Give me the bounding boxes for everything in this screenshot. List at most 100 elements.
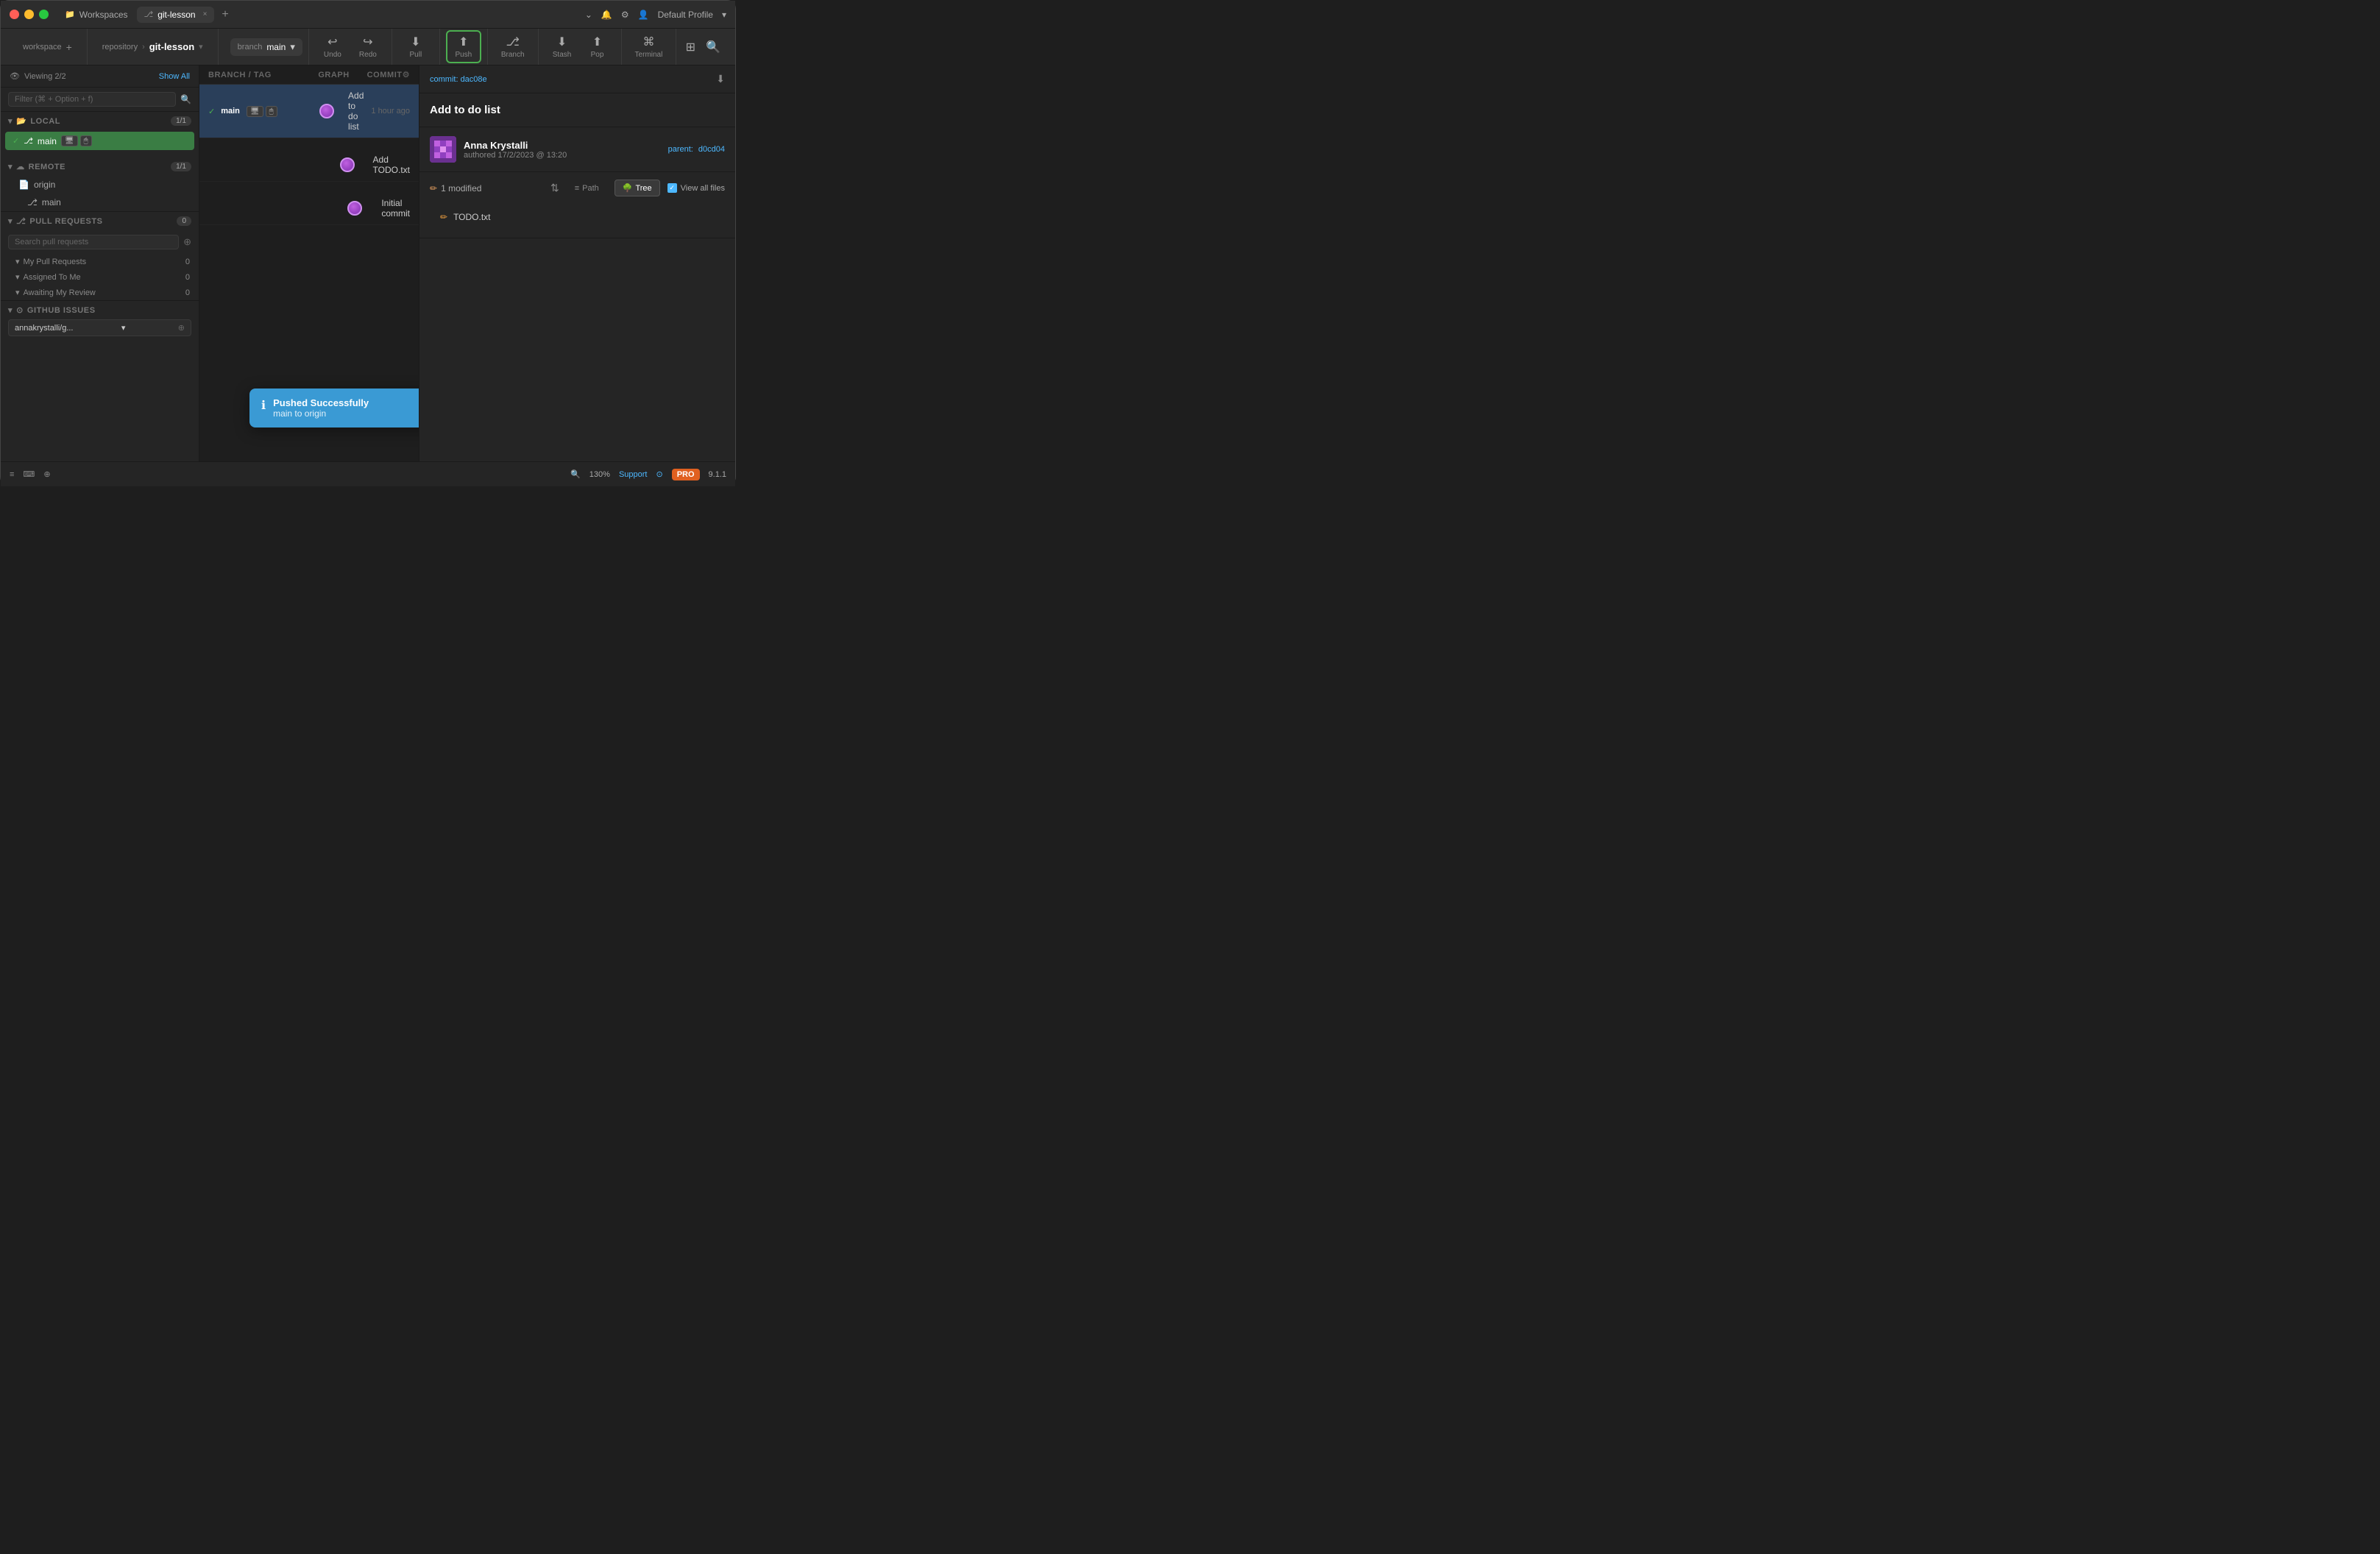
- sort-button[interactable]: ⇅: [550, 182, 559, 194]
- parent-hash: d0cd04: [698, 145, 725, 154]
- terminal-button[interactable]: ⌘ Terminal: [628, 32, 670, 62]
- collapse-icon[interactable]: ⌄: [585, 10, 592, 20]
- repository-label: repository: [102, 43, 138, 52]
- issues-filter-icon[interactable]: ⊕: [178, 323, 185, 333]
- minimize-traffic-light[interactable]: [24, 10, 34, 19]
- pr-label: PULL REQUESTS: [29, 217, 102, 226]
- gift-icon[interactable]: ⊕: [43, 469, 50, 479]
- add-tab-button[interactable]: +: [216, 5, 234, 24]
- download-icon[interactable]: ⬇: [716, 73, 725, 85]
- commit-graph-col-2: [328, 201, 381, 216]
- profile-label[interactable]: Default Profile: [658, 10, 713, 20]
- redo-button[interactable]: ↪ Redo: [350, 32, 386, 62]
- redo-icon: ↪: [363, 35, 372, 49]
- awaiting-review-item[interactable]: ▾ Awaiting My Review 0: [1, 285, 199, 300]
- local-section-header[interactable]: ▾ 📂 LOCAL 1/1: [1, 112, 199, 130]
- keyboard-icon[interactable]: ⌨: [23, 469, 35, 479]
- local-section-left[interactable]: ▾ 📂 LOCAL: [8, 116, 60, 126]
- close-tab-icon[interactable]: ×: [203, 10, 208, 18]
- repo-info: repository › git-lesson ▾: [93, 41, 212, 52]
- issues-section-left[interactable]: ▾ ⊙ GITHUB ISSUES: [8, 305, 96, 315]
- tab-git-lesson[interactable]: ⎇ git-lesson ×: [137, 7, 215, 23]
- zoom-icon: 🔍: [570, 469, 581, 479]
- filter-bar: 🔍: [1, 88, 199, 112]
- pull-requests-section: ▾ ⎇ PULL REQUESTS 0 ⊕ ▾ My Pull Requests…: [1, 211, 199, 300]
- view-all-checkbox[interactable]: ✓: [667, 183, 677, 193]
- settings-icon[interactable]: ⚙: [621, 10, 629, 20]
- commit-row-2[interactable]: Initial commit: [199, 192, 419, 225]
- origin-main-item[interactable]: ⎇ main: [1, 194, 199, 211]
- filter-search-icon[interactable]: 🔍: [180, 94, 191, 104]
- issues-dropdown[interactable]: annakrystalli/g... ▾ ⊕: [8, 319, 191, 336]
- pr-section-header[interactable]: ▾ ⎇ PULL REQUESTS 0: [1, 212, 199, 230]
- push-button[interactable]: ⬆ Push: [446, 30, 481, 63]
- branch-tag-desktop: 🖥: [61, 135, 78, 146]
- file-item-todo[interactable]: ✏ TODO.txt: [440, 208, 715, 226]
- my-pull-requests-item[interactable]: ▾ My Pull Requests 0: [1, 254, 199, 269]
- assigned-chevron-icon: ▾: [15, 272, 20, 282]
- pr-section-left[interactable]: ▾ ⎇ PULL REQUESTS: [8, 216, 103, 226]
- origin-item[interactable]: 📄 origin: [1, 176, 199, 194]
- commit-row-1[interactable]: Add TODO.txt: [199, 149, 419, 182]
- tab-workspaces[interactable]: 📁 Workspaces: [57, 7, 135, 23]
- version-label: 9.1.1: [709, 470, 726, 479]
- path-tab[interactable]: ≡ Path: [567, 180, 607, 196]
- pull-button[interactable]: ⬇ Pull: [398, 32, 433, 62]
- titlebar-right: ⌄ 🔔 ⚙ 👤 Default Profile ▾: [585, 10, 726, 20]
- workspace-add-button[interactable]: +: [66, 41, 72, 53]
- layout-icon[interactable]: ⊞: [686, 40, 695, 54]
- commit-title: Add to do list: [419, 93, 735, 127]
- notification-icon[interactable]: 🔔: [601, 10, 612, 20]
- profile-icon[interactable]: 👤: [638, 10, 649, 20]
- repo-name[interactable]: git-lesson: [149, 41, 194, 52]
- commit-row-0[interactable]: ✓ main 🖥 🖱 Add to do list 1 hour ago: [199, 85, 419, 138]
- parent-info: parent: d0cd04: [668, 145, 725, 154]
- toast-subtitle: main to origin: [273, 408, 419, 419]
- maximize-traffic-light[interactable]: [39, 10, 49, 19]
- issues-section-header[interactable]: ▾ ⊙ GITHUB ISSUES: [8, 305, 191, 319]
- local-main-branch[interactable]: ✓ ⎇ main 🖥 🖱: [5, 132, 194, 150]
- branch-selector[interactable]: branch main ▾: [230, 38, 302, 56]
- view-all-files[interactable]: ✓ View all files: [667, 183, 725, 193]
- awaiting-chevron-icon: ▾: [15, 288, 20, 297]
- stash-button[interactable]: ⬇ Stash: [545, 32, 580, 62]
- graph-settings-icon[interactable]: ⚙: [403, 70, 410, 79]
- assigned-count: 0: [185, 273, 190, 282]
- branch-fork-icon: ⎇: [24, 136, 33, 146]
- search-icon[interactable]: 🔍: [706, 40, 720, 54]
- workspaces-tab-label: Workspaces: [79, 10, 128, 20]
- terminal-section: ⌘ Terminal: [622, 29, 677, 65]
- pop-button[interactable]: ⬆ Pop: [580, 32, 615, 62]
- view-controls: ⇅ ≡ Path 🌳 Tree ✓ View all files: [550, 180, 725, 196]
- modified-header: ✏ 1 modified ⇅ ≡ Path 🌳 Tree: [430, 180, 725, 196]
- origin-icon: 📄: [18, 180, 29, 190]
- push-section: ⬆ Push: [440, 29, 488, 65]
- toast-info-icon: ℹ: [261, 398, 266, 413]
- pr-filter-icon[interactable]: ⊕: [183, 236, 191, 248]
- remote-section-header[interactable]: ▾ ☁ REMOTE 1/1: [1, 157, 199, 176]
- close-traffic-light[interactable]: [10, 10, 19, 19]
- remote-count-badge: 1/1: [171, 162, 191, 171]
- undo-button[interactable]: ↩ Undo: [315, 32, 350, 62]
- filter-input[interactable]: [8, 92, 176, 107]
- list-view-icon[interactable]: ≡: [10, 470, 14, 479]
- author-date: authored 17/2/2023 @ 13:20: [464, 151, 661, 160]
- show-all-button[interactable]: Show All: [159, 72, 190, 81]
- right-panel: commit: dac08e ⬇ Add to do list: [419, 65, 735, 461]
- col-branch-header: BRANCH / TAG: [208, 71, 318, 79]
- pr-search-input[interactable]: [8, 235, 179, 249]
- pr-count-badge: 0: [177, 216, 191, 226]
- pr-branch-icon: ⎇: [16, 216, 26, 226]
- repo-section: repository › git-lesson ▾: [88, 29, 219, 65]
- tree-tab[interactable]: 🌳 Tree: [615, 180, 660, 196]
- pop-icon: ⬆: [592, 35, 602, 49]
- view-tabs: ≡ Path 🌳 Tree: [567, 180, 660, 196]
- assigned-to-me-item[interactable]: ▾ Assigned To Me 0: [1, 269, 199, 285]
- remote-section-left[interactable]: ▾ ☁ REMOTE: [8, 162, 65, 171]
- file-list: ✏ TODO.txt: [430, 204, 725, 230]
- branch-button[interactable]: ⎇ Branch: [494, 32, 532, 62]
- support-link[interactable]: Support: [619, 470, 648, 479]
- commit-message-2: Initial commit: [381, 198, 410, 219]
- toast-title: Pushed Successfully: [273, 397, 419, 408]
- origin-label: origin: [34, 180, 55, 190]
